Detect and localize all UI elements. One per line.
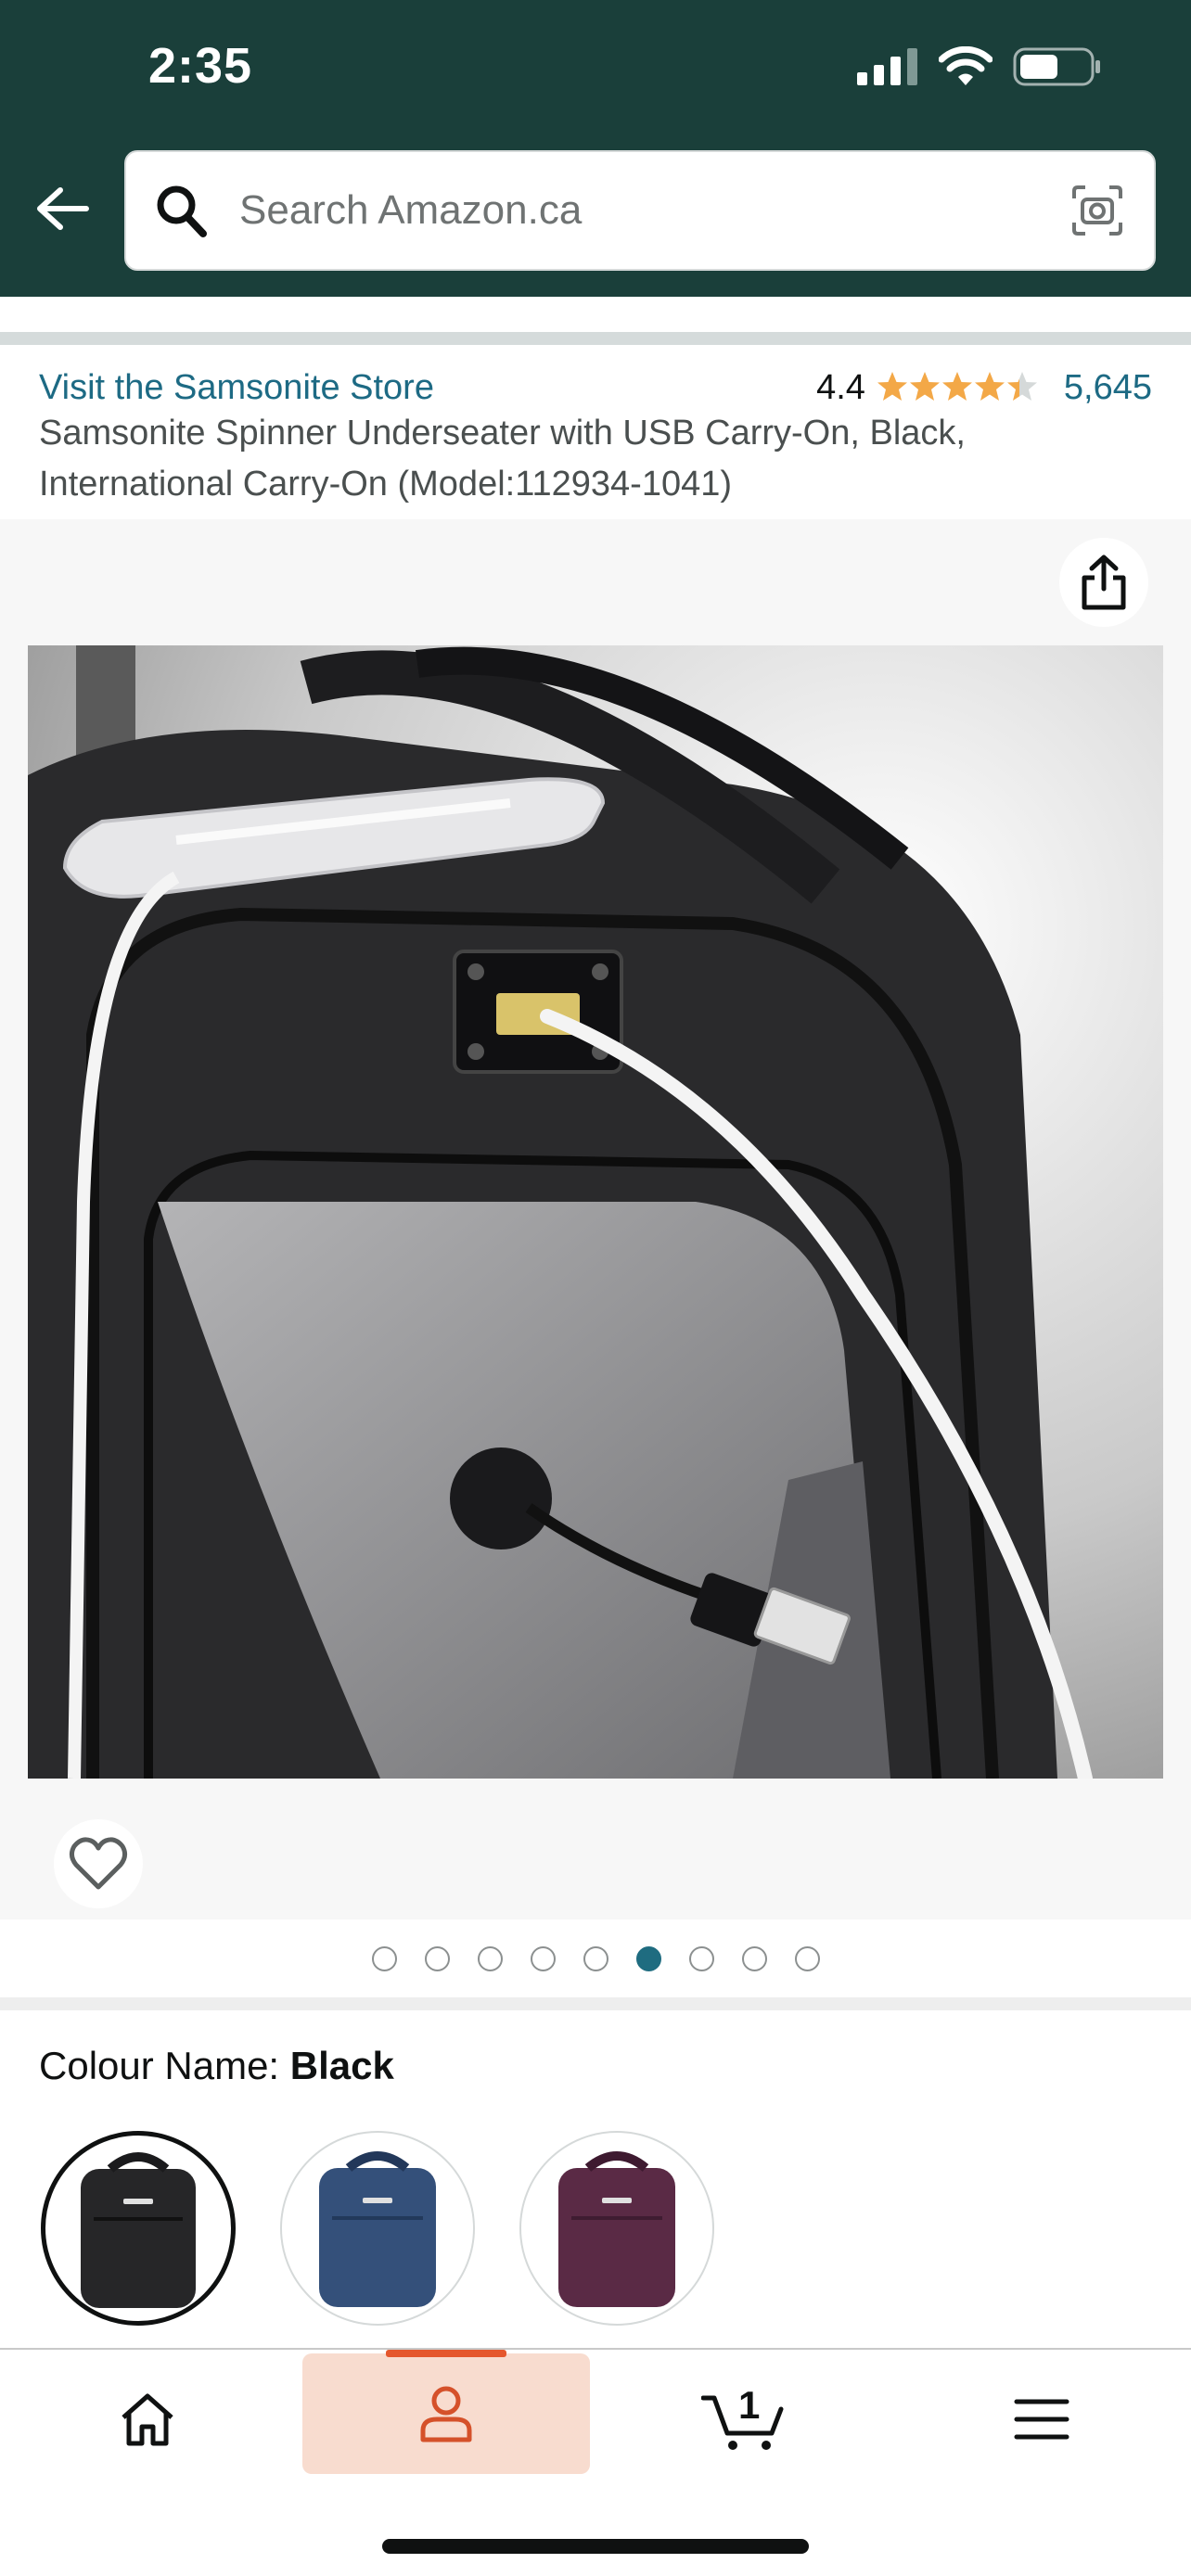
nav-menu[interactable] — [898, 2350, 1185, 2489]
pagination-dot[interactable] — [371, 1945, 397, 1971]
signal-icon — [857, 47, 918, 90]
divider — [0, 1997, 1191, 2010]
black-bag-thumbnail — [81, 2152, 196, 2308]
pagination-dot[interactable] — [477, 1945, 503, 1971]
cart-count-badge: 1 — [738, 2383, 761, 2427]
nav-cart[interactable]: 1 — [599, 2350, 887, 2489]
pagination-dot[interactable] — [794, 1945, 820, 1971]
colour-label: Colour Name: Black — [39, 2044, 394, 2088]
pagination-dot-active[interactable] — [635, 1945, 661, 1971]
status-icons — [857, 45, 1102, 92]
status-time: 2:35 — [148, 38, 253, 94]
heart-icon — [69, 1837, 128, 1890]
rating-value[interactable]: 4.4 — [816, 368, 865, 408]
swatch-black[interactable] — [41, 2131, 236, 2326]
swatch-blue[interactable] — [280, 2131, 475, 2326]
wishlist-button[interactable] — [54, 1819, 143, 1908]
hamburger-menu-icon — [1014, 2399, 1069, 2440]
camera-search-icon[interactable] — [1069, 182, 1126, 239]
pagination-dot[interactable] — [424, 1945, 450, 1971]
pagination-dot[interactable] — [583, 1945, 608, 1971]
wifi-icon — [938, 45, 993, 92]
share-button[interactable] — [1059, 538, 1148, 627]
colour-selected-name: Black — [289, 2044, 394, 2087]
search-icon — [152, 182, 210, 239]
gallery-pagination[interactable] — [0, 1919, 1191, 1997]
pagination-dot[interactable] — [741, 1945, 767, 1971]
home-indicator — [382, 2539, 809, 2554]
blue-bag-thumbnail — [319, 2151, 436, 2307]
home-icon — [122, 2393, 173, 2446]
back-button[interactable] — [30, 176, 95, 241]
product-image[interactable] — [28, 645, 1163, 1779]
colour-swatches — [41, 2131, 714, 2326]
luggage-usb-photo — [28, 645, 1163, 1779]
swatch-purple[interactable] — [519, 2131, 714, 2326]
divider — [0, 332, 1191, 345]
store-rating-row: Visit the Samsonite Store 4.4 5,645 — [39, 360, 1152, 415]
battery-icon — [1013, 46, 1102, 92]
share-icon — [1082, 555, 1126, 610]
nav-account[interactable] — [302, 2353, 590, 2474]
search-input[interactable]: Search Amazon.ca — [124, 150, 1156, 271]
review-count[interactable]: 5,645 — [1064, 368, 1152, 408]
nav-home[interactable] — [4, 2350, 291, 2489]
store-link[interactable]: Visit the Samsonite Store — [39, 368, 816, 408]
colour-label-text: Colour Name: — [39, 2044, 280, 2087]
pagination-dot[interactable] — [530, 1945, 556, 1971]
stars-icon — [877, 372, 1037, 401]
top-header: 2:35 Search Amazon.ca — [0, 0, 1191, 297]
pagination-dot[interactable] — [688, 1945, 714, 1971]
back-arrow-icon — [37, 187, 89, 230]
purple-bag-thumbnail — [558, 2151, 675, 2307]
active-tab-indicator — [386, 2350, 506, 2357]
person-icon — [420, 2386, 472, 2442]
product-title: Samsonite Spinner Underseater with USB C… — [39, 414, 966, 504]
image-gallery[interactable] — [0, 519, 1191, 1919]
search-placeholder: Search Amazon.ca — [239, 187, 583, 233]
star-rating[interactable] — [877, 371, 1040, 404]
